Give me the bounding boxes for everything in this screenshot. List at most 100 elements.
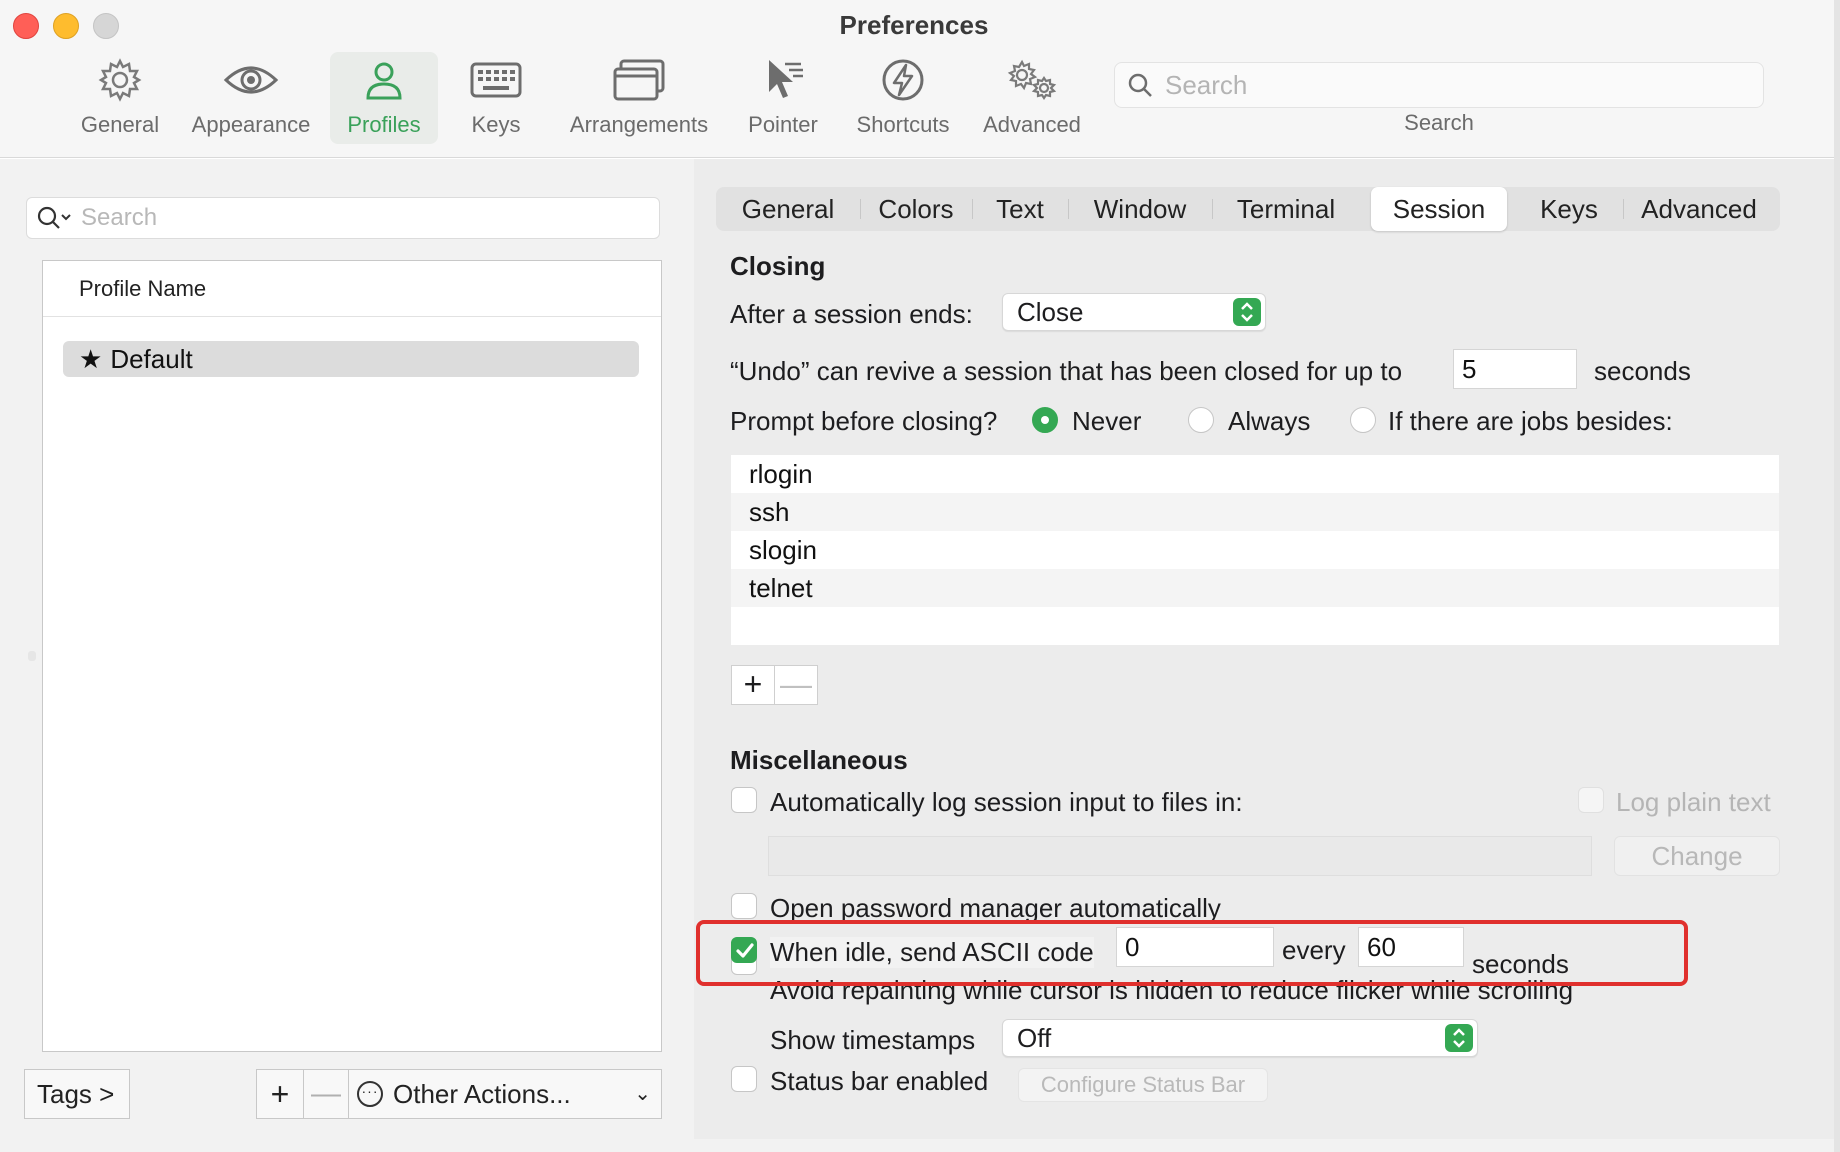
password-manager-label: Open password manager automatically: [770, 893, 1221, 923]
prompt-never-radio[interactable]: [1032, 407, 1058, 433]
gears-icon: [1007, 59, 1057, 100]
auto-log-checkbox[interactable]: [731, 787, 757, 813]
log-directory-field[interactable]: [768, 836, 1592, 876]
status-bar-label: Status bar enabled: [770, 1066, 989, 1096]
window-edge: [1834, 0, 1840, 1152]
tab-window[interactable]: Window: [1069, 187, 1211, 231]
remove-profile-button[interactable]: —: [303, 1069, 349, 1119]
list-item[interactable]: slogin: [731, 531, 1779, 569]
pointer-icon: [769, 60, 803, 98]
timestamps-value: Off: [1017, 1023, 1052, 1053]
toolbar-arrangements[interactable]: Arrangements: [560, 52, 718, 144]
log-plain-text-checkbox[interactable]: [1578, 787, 1604, 813]
closing-section-title: Closing: [730, 251, 826, 281]
search-menu-icon: [37, 206, 71, 229]
tab-text[interactable]: Text: [973, 187, 1067, 231]
toolbar-shortcuts[interactable]: Shortcuts: [848, 52, 958, 144]
toolbar-advanced[interactable]: Advanced: [976, 52, 1088, 144]
profile-name-column-header[interactable]: Profile Name: [43, 261, 661, 317]
profile-row-default[interactable]: ★ Default: [63, 341, 639, 377]
tab-session[interactable]: Session: [1371, 187, 1507, 231]
after-session-popup[interactable]: Close: [1002, 293, 1266, 331]
log-plain-text-label: Log plain text: [1616, 787, 1771, 817]
password-manager-checkbox[interactable]: [731, 893, 757, 919]
gear-icon: [98, 58, 142, 102]
eye-icon: [223, 66, 279, 94]
prompt-before-closing-label: Prompt before closing?: [730, 406, 998, 436]
profile-search[interactable]: [26, 197, 660, 239]
idle-ascii-label: When idle, send ASCII code: [770, 937, 1094, 968]
prompt-always-label: Always: [1228, 406, 1311, 436]
profile-search-input[interactable]: [81, 204, 641, 232]
toolbar-pointer[interactable]: Pointer: [742, 52, 824, 144]
splitter-handle[interactable]: [28, 651, 36, 661]
toolbar-search-input[interactable]: [1165, 69, 1725, 101]
toolbar-general[interactable]: General: [70, 52, 170, 144]
preferences-content: Profile Name ★Default Tags > + — ··· Oth…: [0, 159, 1840, 1152]
timestamps-popup[interactable]: Off: [1002, 1019, 1478, 1057]
change-log-directory-button[interactable]: Change: [1614, 836, 1780, 876]
popup-stepper-icon: [1445, 1024, 1473, 1052]
idle-every-label: every: [1282, 935, 1346, 965]
remove-job-button[interactable]: —: [774, 665, 818, 705]
checkmark-icon: [736, 943, 754, 958]
other-actions-button[interactable]: ··· Other Actions... ⌄: [348, 1069, 662, 1119]
avoid-repaint-label: Avoid repainting while cursor is hidden …: [770, 975, 1574, 1005]
tab-terminal[interactable]: Terminal: [1213, 187, 1359, 231]
tab-colors[interactable]: Colors: [861, 187, 971, 231]
timestamps-label: Show timestamps: [770, 1025, 976, 1055]
windows-icon: [613, 59, 665, 101]
prompt-jobs-radio[interactable]: [1350, 407, 1376, 433]
toolbar-label: Advanced: [983, 112, 1081, 137]
list-item[interactable]: ssh: [731, 493, 1779, 531]
list-item[interactable]: rlogin: [731, 455, 1779, 493]
bolt-icon: [882, 59, 924, 101]
toolbar-profiles[interactable]: Profiles: [330, 52, 438, 144]
toolbar-appearance[interactable]: Appearance: [186, 52, 316, 144]
toolbar-label: Appearance: [191, 112, 311, 137]
chevron-down-icon: ⌄: [634, 1083, 651, 1105]
after-session-label: After a session ends:: [730, 299, 973, 329]
auto-log-label: Automatically log session input to files…: [770, 787, 1243, 817]
keyboard-icon: [470, 62, 522, 98]
toolbar-label: Arrangements: [569, 112, 709, 137]
configure-status-bar-button[interactable]: Configure Status Bar: [1018, 1068, 1268, 1102]
toolbar-label: Shortcuts: [856, 112, 950, 137]
misc-section-title: Miscellaneous: [730, 745, 908, 775]
add-job-button[interactable]: +: [731, 665, 775, 705]
tags-button[interactable]: Tags >: [24, 1069, 130, 1119]
search-icon: [1128, 73, 1152, 97]
person-icon: [366, 62, 402, 100]
tab-keys[interactable]: Keys: [1516, 187, 1622, 231]
toolbar-label: General: [80, 112, 160, 137]
undo-seconds-field[interactable]: [1453, 349, 1577, 389]
tab-general[interactable]: General: [716, 187, 860, 231]
status-bar-checkbox[interactable]: [731, 1066, 757, 1092]
prompt-jobs-label: If there are jobs besides:: [1388, 406, 1673, 436]
idle-interval-field[interactable]: [1358, 927, 1464, 967]
star-icon: ★: [79, 344, 103, 374]
ellipsis-circle-icon: ···: [357, 1081, 383, 1107]
idle-seconds-unit: seconds: [1472, 949, 1569, 979]
toolbar-label: Pointer: [748, 112, 818, 137]
add-profile-button[interactable]: +: [256, 1069, 304, 1119]
title-bar: Preferences General Appearance Profiles …: [0, 0, 1840, 158]
list-item[interactable]: telnet: [731, 569, 1779, 607]
toolbar-search[interactable]: [1114, 62, 1764, 108]
undo-label: “Undo” can revive a session that has bee…: [730, 356, 1403, 386]
other-actions-label: Other Actions...: [393, 1079, 571, 1109]
toolbar-label: Keys: [471, 112, 521, 137]
toolbar-label: Profiles: [347, 112, 421, 137]
idle-ascii-checkbox[interactable]: [731, 937, 757, 963]
toolbar-keys[interactable]: Keys: [456, 52, 536, 144]
prompt-never-label: Never: [1072, 406, 1142, 436]
profile-list: Profile Name ★ Default: [42, 260, 662, 1052]
window-title: Preferences: [839, 10, 989, 40]
popup-stepper-icon: [1233, 298, 1261, 326]
jobs-list: rlogin ssh slogin telnet: [731, 455, 1779, 645]
after-session-value: Close: [1017, 297, 1084, 327]
profile-name: Default: [110, 344, 193, 374]
prompt-always-radio[interactable]: [1188, 407, 1214, 433]
idle-ascii-code-field[interactable]: [1116, 927, 1274, 967]
tab-advanced[interactable]: Advanced: [1624, 187, 1774, 231]
